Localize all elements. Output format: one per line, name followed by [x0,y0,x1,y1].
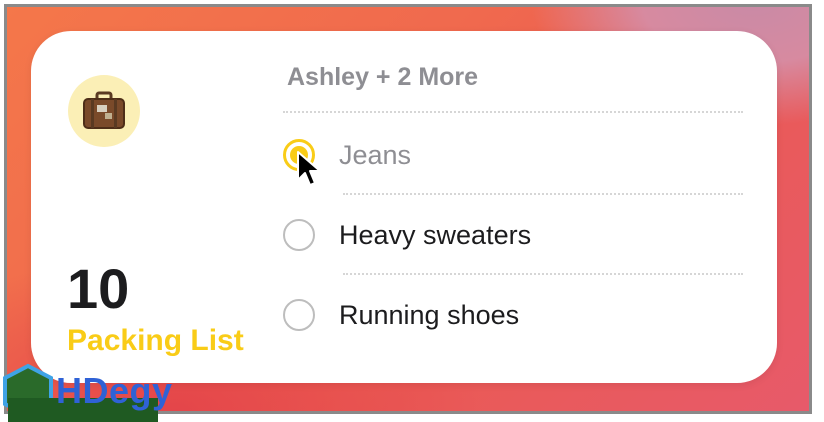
watermark-text: HDegy [56,370,173,411]
desktop-frame: 10 Packing List Ashley + 2 More Jeans He… [4,4,812,414]
item-label: Heavy sweaters [339,219,532,250]
reminder-count: 10 [67,257,130,320]
checkbox[interactable] [283,299,315,331]
list-item[interactable]: Heavy sweaters [283,219,531,251]
shared-with-label: Ashley + 2 More [287,63,479,91]
list-name: Packing List [67,324,244,357]
item-label: Jeans [339,139,412,170]
reminders-widget[interactable]: 10 Packing List Ashley + 2 More Jeans He… [31,31,777,383]
checkbox[interactable] [283,219,315,251]
item-divider [343,193,743,195]
list-item[interactable]: Running shoes [283,299,519,331]
item-label: Running shoes [339,299,520,330]
header-divider [283,111,743,113]
item-divider [343,273,743,275]
mouse-pointer-icon [297,151,321,186]
suitcase-icon [83,91,125,129]
list-icon-badge [68,75,140,147]
